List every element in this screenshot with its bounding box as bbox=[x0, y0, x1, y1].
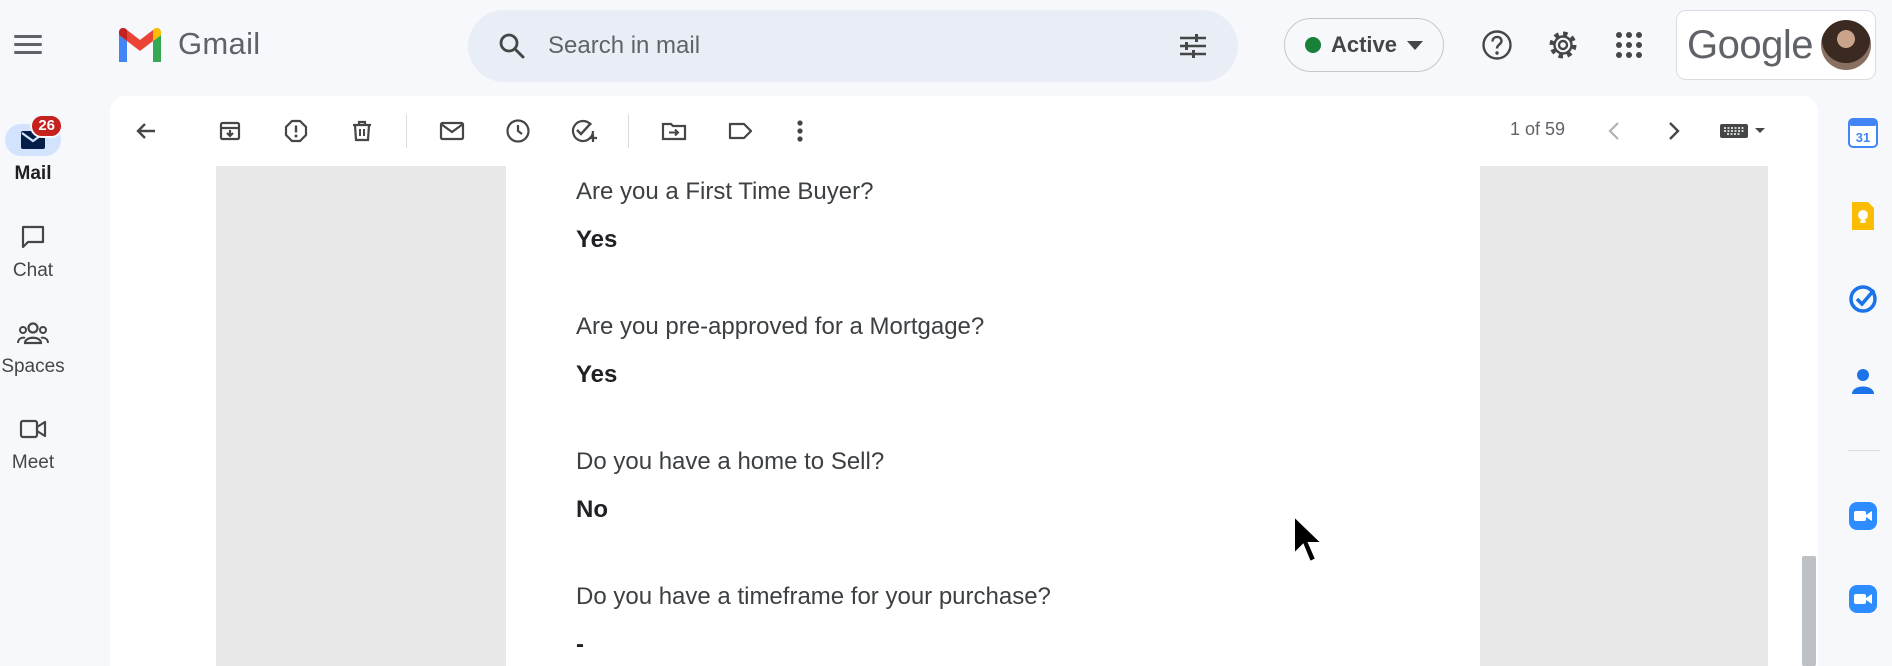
qa-item: Do you have a timeframe for your purchas… bbox=[576, 583, 1051, 659]
zoom-icon[interactable] bbox=[1846, 582, 1880, 616]
label-icon[interactable] bbox=[722, 113, 758, 149]
nav-label-chat: Chat bbox=[12, 260, 54, 281]
nav-item-meet[interactable]: Meet bbox=[0, 413, 66, 474]
nav-rail: 26 Mail Chat Spaces Meet bbox=[0, 0, 84, 666]
settings-gear-icon[interactable] bbox=[1540, 22, 1586, 68]
side-panel: 31 bbox=[1836, 96, 1892, 666]
keyboard-input-icon[interactable] bbox=[1714, 113, 1774, 149]
apps-grid-icon[interactable] bbox=[1606, 22, 1652, 68]
move-to-icon[interactable] bbox=[656, 113, 692, 149]
contacts-icon[interactable] bbox=[1846, 364, 1880, 398]
search-input[interactable] bbox=[548, 32, 1178, 60]
toolbar-divider bbox=[628, 114, 629, 148]
unread-badge: 26 bbox=[30, 114, 63, 138]
calendar-day: 31 bbox=[1856, 130, 1870, 145]
meet-icon bbox=[5, 413, 61, 445]
nav-label-meet: Meet bbox=[11, 452, 55, 473]
gmail-logo[interactable]: Gmail bbox=[116, 26, 260, 62]
message-view: 1 of 59 Are you a First Time Buyer? Yes … bbox=[110, 96, 1818, 666]
status-label: Active bbox=[1330, 32, 1398, 57]
google-wordmark: Google bbox=[1687, 22, 1813, 67]
help-icon[interactable] bbox=[1474, 22, 1520, 68]
qa-item: Are you pre-approved for a Mortgage? Yes bbox=[576, 313, 984, 389]
spaces-icon bbox=[5, 317, 61, 349]
delete-icon[interactable] bbox=[344, 113, 380, 149]
more-vert-icon[interactable] bbox=[782, 113, 818, 149]
question-text: Do you have a timeframe for your purchas… bbox=[576, 583, 1051, 610]
email-content: Are you a First Time Buyer? Yes Are you … bbox=[506, 166, 1480, 666]
snooze-clock-icon[interactable] bbox=[500, 113, 536, 149]
zoom-icon[interactable] bbox=[1846, 499, 1880, 533]
mark-unread-icon[interactable] bbox=[434, 113, 470, 149]
side-panel-divider bbox=[1848, 450, 1880, 451]
mouse-cursor-icon bbox=[1292, 513, 1326, 571]
avatar bbox=[1820, 20, 1871, 70]
search-bar[interactable] bbox=[468, 10, 1238, 82]
search-options-icon[interactable] bbox=[1178, 32, 1208, 60]
nav-item-spaces[interactable]: Spaces bbox=[0, 317, 66, 378]
nav-item-chat[interactable]: Chat bbox=[0, 221, 66, 282]
question-text: Are you pre-approved for a Mortgage? bbox=[576, 313, 985, 340]
search-icon[interactable] bbox=[498, 32, 526, 60]
calendar-icon[interactable]: 31 bbox=[1846, 116, 1880, 150]
message-body: Are you a First Time Buyer? Yes Are you … bbox=[110, 166, 1818, 666]
mail-icon: 26 bbox=[5, 114, 63, 156]
gmail-logo-icon bbox=[119, 27, 161, 62]
main-menu-icon[interactable] bbox=[14, 26, 50, 62]
message-toolbar: 1 of 59 bbox=[110, 96, 1818, 166]
chevron-left-icon[interactable] bbox=[1596, 113, 1632, 149]
chevron-down-icon bbox=[1407, 40, 1424, 50]
toolbar-divider bbox=[406, 114, 407, 148]
answer-text: - bbox=[576, 631, 584, 658]
report-spam-icon[interactable] bbox=[278, 113, 314, 149]
nav-item-mail[interactable]: 26 Mail bbox=[0, 114, 66, 185]
keep-icon[interactable] bbox=[1846, 199, 1880, 233]
status-dot bbox=[1304, 37, 1321, 53]
chat-icon bbox=[5, 221, 61, 253]
scrollbar[interactable] bbox=[1800, 166, 1818, 666]
answer-text: Yes bbox=[576, 226, 618, 253]
answer-text: Yes bbox=[576, 361, 618, 388]
qa-item: Are you a First Time Buyer? Yes bbox=[576, 178, 873, 254]
app-name: Gmail bbox=[178, 26, 261, 61]
question-text: Are you a First Time Buyer? bbox=[576, 178, 874, 205]
archive-icon[interactable] bbox=[212, 113, 248, 149]
question-text: Do you have a home to Sell? bbox=[576, 448, 885, 475]
chevron-right-icon[interactable] bbox=[1656, 113, 1692, 149]
nav-label-mail: Mail bbox=[14, 163, 52, 184]
qa-item: Do you have a home to Sell? No bbox=[576, 448, 884, 524]
tasks-icon[interactable] bbox=[1846, 282, 1880, 316]
add-to-tasks-icon[interactable] bbox=[566, 113, 602, 149]
google-account-button[interactable]: Google bbox=[1676, 10, 1876, 80]
answer-text: No bbox=[576, 496, 608, 523]
status-selector[interactable]: Active bbox=[1284, 18, 1444, 72]
scrollbar-thumb[interactable] bbox=[1802, 556, 1816, 666]
back-arrow-icon[interactable] bbox=[128, 113, 164, 149]
nav-label-spaces: Spaces bbox=[1, 356, 65, 377]
message-pager: 1 of 59 bbox=[1510, 119, 1566, 139]
